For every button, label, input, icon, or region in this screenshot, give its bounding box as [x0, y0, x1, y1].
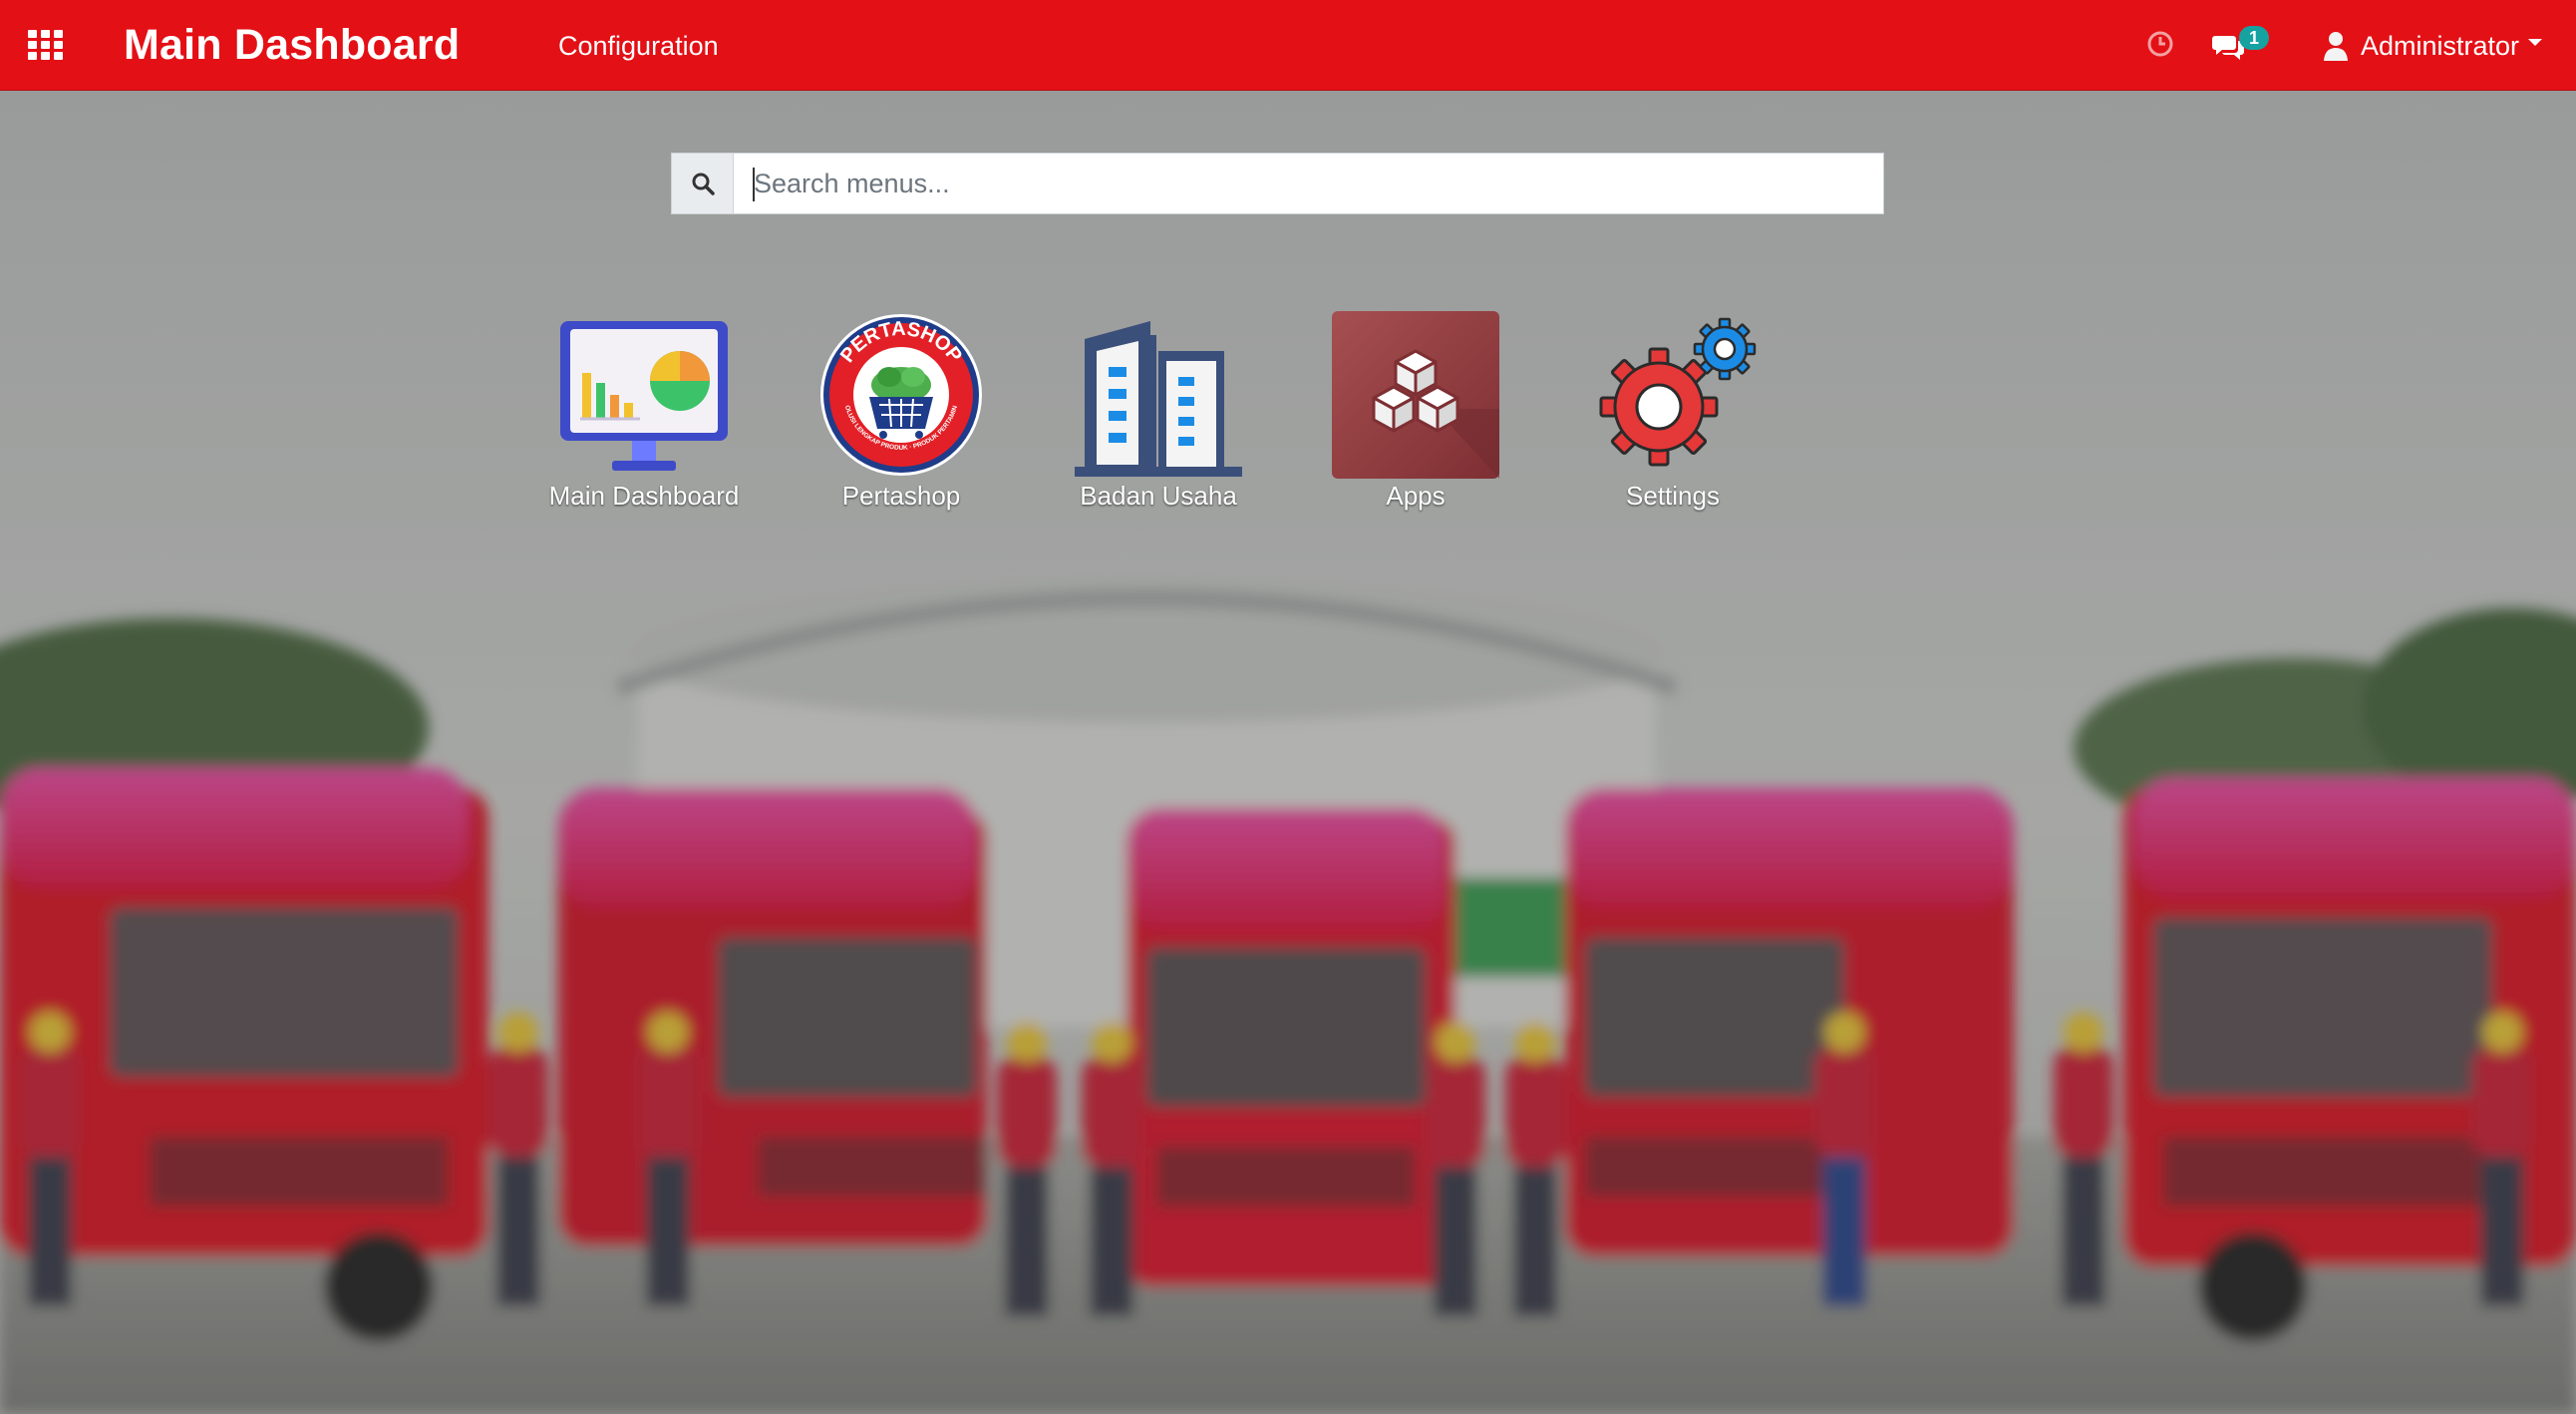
cubes-icon [1332, 311, 1499, 479]
pertashop-logo: PERTASHOP SOLUSI LENGKAP PRODUK · PRODUK… [815, 306, 985, 479]
app-label: Apps [1386, 481, 1446, 511]
search-menus-input[interactable] [734, 154, 1883, 213]
app-label: Pertashop [841, 481, 961, 511]
user-avatar-icon [2324, 32, 2348, 61]
chevron-down-icon [2528, 39, 2542, 46]
dashboard-monitor-chart-icon [560, 311, 728, 479]
chat-unread-badge: 1 [2239, 26, 2269, 50]
apps-grid-icon[interactable] [26, 27, 66, 63]
app-badan-usaha[interactable]: Badan Usaha [1044, 307, 1273, 527]
app-settings[interactable]: Settings [1558, 307, 1787, 527]
activity-clock-icon[interactable] [2145, 29, 2175, 59]
app-brand-title[interactable]: Main Dashboard [124, 18, 460, 72]
office-buildings-icon [1075, 311, 1242, 479]
background-photo [0, 90, 2576, 1414]
messaging-chat-icon[interactable]: 1 [2211, 26, 2269, 66]
app-label: Settings [1626, 481, 1720, 511]
app-pertashop[interactable]: PERTASHOP SOLUSI LENGKAP PRODUK · PRODUK… [787, 306, 1016, 527]
app-apps[interactable]: Apps [1301, 307, 1530, 527]
app-main-dashboard[interactable]: Main Dashboard [529, 307, 759, 527]
top-navbar: Main Dashboard Configuration 1 Administr… [0, 0, 2576, 91]
background-overlay [0, 90, 2576, 1414]
search-icon [672, 154, 734, 213]
app-label: Badan Usaha [1080, 481, 1237, 511]
user-name: Administrator [2361, 31, 2520, 61]
text-cursor [753, 168, 755, 201]
menu-search-box [671, 153, 1884, 214]
gears-icon [1589, 311, 1757, 479]
menu-configuration[interactable]: Configuration [558, 29, 719, 63]
app-label: Main Dashboard [548, 481, 740, 511]
